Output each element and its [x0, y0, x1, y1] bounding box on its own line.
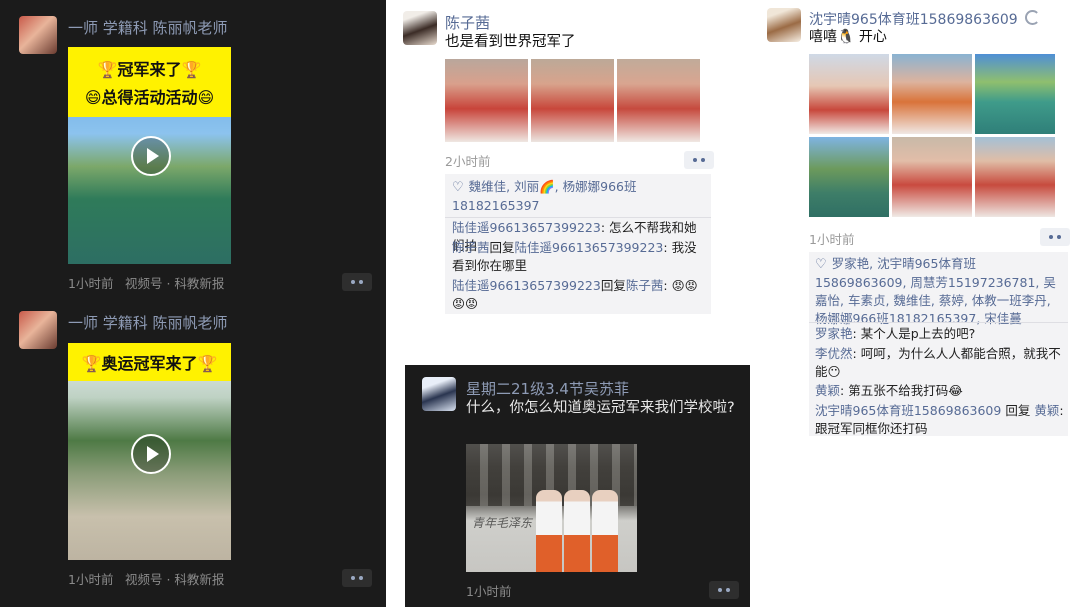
post-time: 1小时前	[68, 276, 114, 291]
comment-item[interactable]: 罗家艳: 某个人是p上去的吧?	[815, 325, 1065, 343]
comment-author[interactable]: 李优然	[815, 346, 853, 361]
more-options-button[interactable]	[684, 151, 714, 169]
comment-author[interactable]: 沈宇晴965体育班15869863609	[815, 403, 1001, 418]
comment-author[interactable]: 陆佳遥96613657399223	[452, 220, 601, 235]
reply-word: 回复	[489, 240, 515, 255]
comment-text: 某个人是p上去的吧?	[860, 326, 976, 341]
author-avatar[interactable]	[403, 11, 437, 45]
post-photo-1[interactable]	[809, 54, 889, 134]
post-photo-4[interactable]	[809, 137, 889, 217]
dot-icon	[718, 588, 722, 592]
person-3	[592, 490, 618, 572]
dot-icon	[359, 280, 363, 284]
comment-author[interactable]: 罗家艳	[815, 326, 853, 341]
post-photo-2[interactable]	[892, 54, 972, 134]
dot-icon	[1057, 235, 1061, 239]
likes-row: ♡ 魏维佳, 刘丽🌈, 杨娜娜966班18182165397	[452, 178, 704, 215]
comment-author[interactable]: 黄颖	[815, 383, 840, 398]
likes-row: ♡ 罗家艳, 沈宇晴965体育班15869863609, 周慧芳151972367…	[815, 255, 1063, 328]
video-thumbnail[interactable]: 🏆冠军来了🏆 😄总得活动活动😄	[68, 47, 231, 264]
more-options-button[interactable]	[709, 581, 739, 599]
author-name[interactable]: 一师 学籍科 陈丽帆老师	[68, 312, 228, 333]
author-avatar[interactable]	[422, 377, 456, 411]
likes-list[interactable]: 罗家艳, 沈宇晴965体育班15869863609, 周慧芳1519723678…	[815, 256, 1056, 326]
post-text: 什么，你怎么知道奥运冠军来我们学校啦?	[466, 400, 735, 416]
comment-text: 跟冠军同框你还打码	[815, 421, 928, 436]
author-name[interactable]: 星期二21级3.4节吴苏菲	[466, 378, 629, 399]
comment-item[interactable]: 黄颖: 第五张不给我打码😂	[815, 382, 1065, 400]
post-photo-1[interactable]	[445, 59, 528, 142]
comment-item[interactable]: 陆佳遥96613657399223回复陈子茜: 😡😡😡😡	[452, 277, 708, 313]
reply-word: 回复	[1001, 403, 1031, 418]
play-icon[interactable]	[131, 136, 171, 176]
comment-author[interactable]: 陈子茜	[452, 240, 490, 255]
post-text: 也是看到世界冠军了	[445, 34, 576, 50]
post-time: 2小时前	[445, 154, 491, 169]
dot-icon	[351, 576, 355, 580]
loading-spinner-icon	[1025, 10, 1041, 25]
post-text: 嘻嘻🐧 开心	[809, 29, 887, 45]
post-source[interactable]: 视频号 · 科教新报	[125, 273, 224, 292]
dot-icon	[351, 280, 355, 284]
comment-author[interactable]: 陆佳遥96613657399223	[452, 278, 601, 293]
post-photo[interactable]: 青年毛泽东	[466, 444, 637, 572]
post-photo-6[interactable]	[975, 137, 1055, 217]
feed-panel-middle-bottom: 星期二21级3.4节吴苏菲 什么，你怎么知道奥运冠军来我们学校啦? 青年毛泽东 …	[405, 365, 750, 607]
author-name[interactable]: 沈宇晴965体育班15869863609	[809, 9, 1041, 29]
feed-panel-right: 沈宇晴965体育班15869863609 嘻嘻🐧 开心 1小时前 ♡ 罗家艳, 沈…	[752, 0, 1080, 607]
dot-icon	[359, 576, 363, 580]
play-icon[interactable]	[131, 434, 171, 474]
author-name[interactable]: 陈子茜	[445, 12, 490, 33]
author-avatar[interactable]	[19, 16, 57, 54]
more-options-button[interactable]	[342, 569, 372, 587]
likes-divider	[809, 322, 1068, 323]
dot-icon	[693, 158, 697, 162]
feed-panel-middle-top: 陈子茜 也是看到世界冠军了 2小时前 ♡ 魏维佳, 刘丽🌈, 杨娜娜966班181…	[386, 0, 726, 360]
heart-icon: ♡	[815, 257, 827, 272]
more-options-button[interactable]	[342, 273, 372, 291]
likes-divider	[445, 217, 711, 218]
dot-icon	[701, 158, 705, 162]
heart-icon: ♡	[452, 180, 464, 195]
person-2	[564, 490, 590, 572]
likes-list[interactable]: 魏维佳, 刘丽🌈, 杨娜娜966班18182165397	[452, 179, 636, 213]
post-source[interactable]: 视频号 · 科教新报	[125, 569, 224, 588]
author-avatar[interactable]	[19, 311, 57, 349]
post-photo-2[interactable]	[531, 59, 614, 142]
author-name[interactable]: 一师 学籍科 陈丽帆老师	[68, 17, 228, 38]
more-options-button[interactable]	[1040, 228, 1070, 246]
person-1	[536, 490, 562, 572]
post-photo-3[interactable]	[975, 54, 1055, 134]
banner-line-1: 🏆冠军来了🏆	[97, 60, 202, 79]
dot-icon	[726, 588, 730, 592]
author-name-text[interactable]: 沈宇晴965体育班15869863609	[809, 12, 1018, 28]
video-banner: 🏆冠军来了🏆 😄总得活动活动😄	[68, 47, 231, 117]
banner-line-2: 😄总得活动活动😄	[84, 88, 215, 107]
plaque-text: 青年毛泽东	[472, 516, 533, 530]
banner-line-1: 🏆奥运冠军来了🏆	[81, 354, 218, 373]
comment-reply-to[interactable]: 黄颖	[1034, 403, 1059, 418]
dot-icon	[1049, 235, 1053, 239]
post-time: 1小时前	[466, 584, 512, 599]
post-photo-3[interactable]	[617, 59, 700, 142]
author-avatar[interactable]	[767, 8, 801, 42]
likes-comments-box: ♡ 罗家艳, 沈宇晴965体育班15869863609, 周慧芳151972367…	[809, 252, 1068, 436]
video-thumbnail[interactable]: 🏆奥运冠军来了🏆	[68, 343, 231, 560]
comment-item[interactable]: 李优然: 呵呵，为什么人人都能合照，就我不能😶	[815, 345, 1065, 381]
comment-reply-to[interactable]: 陈子茜	[626, 278, 664, 293]
feed-panel-left: 一师 学籍科 陈丽帆老师 🏆冠军来了🏆 😄总得活动活动😄 1小时前 视频号 · …	[0, 0, 386, 607]
comment-text: 第五张不给我打码😂	[848, 383, 963, 398]
comment-reply-to[interactable]: 陆佳遥96613657399223	[515, 240, 664, 255]
post-time: 1小时前	[809, 232, 855, 247]
comment-item[interactable]: 沈宇晴965体育班15869863609 回复 黄颖: 跟冠军同框你还打码	[815, 402, 1065, 438]
reply-word: 回复	[600, 278, 626, 293]
post-time: 1小时前	[68, 572, 114, 587]
video-banner: 🏆奥运冠军来了🏆	[68, 343, 231, 381]
comment-item[interactable]: 陈子茜回复陆佳遥96613657399223: 我没看到你在哪里	[452, 239, 708, 275]
post-photo-5[interactable]	[892, 137, 972, 217]
likes-comments-box: ♡ 魏维佳, 刘丽🌈, 杨娜娜966班18182165397 陆佳遥9661365…	[445, 174, 711, 314]
